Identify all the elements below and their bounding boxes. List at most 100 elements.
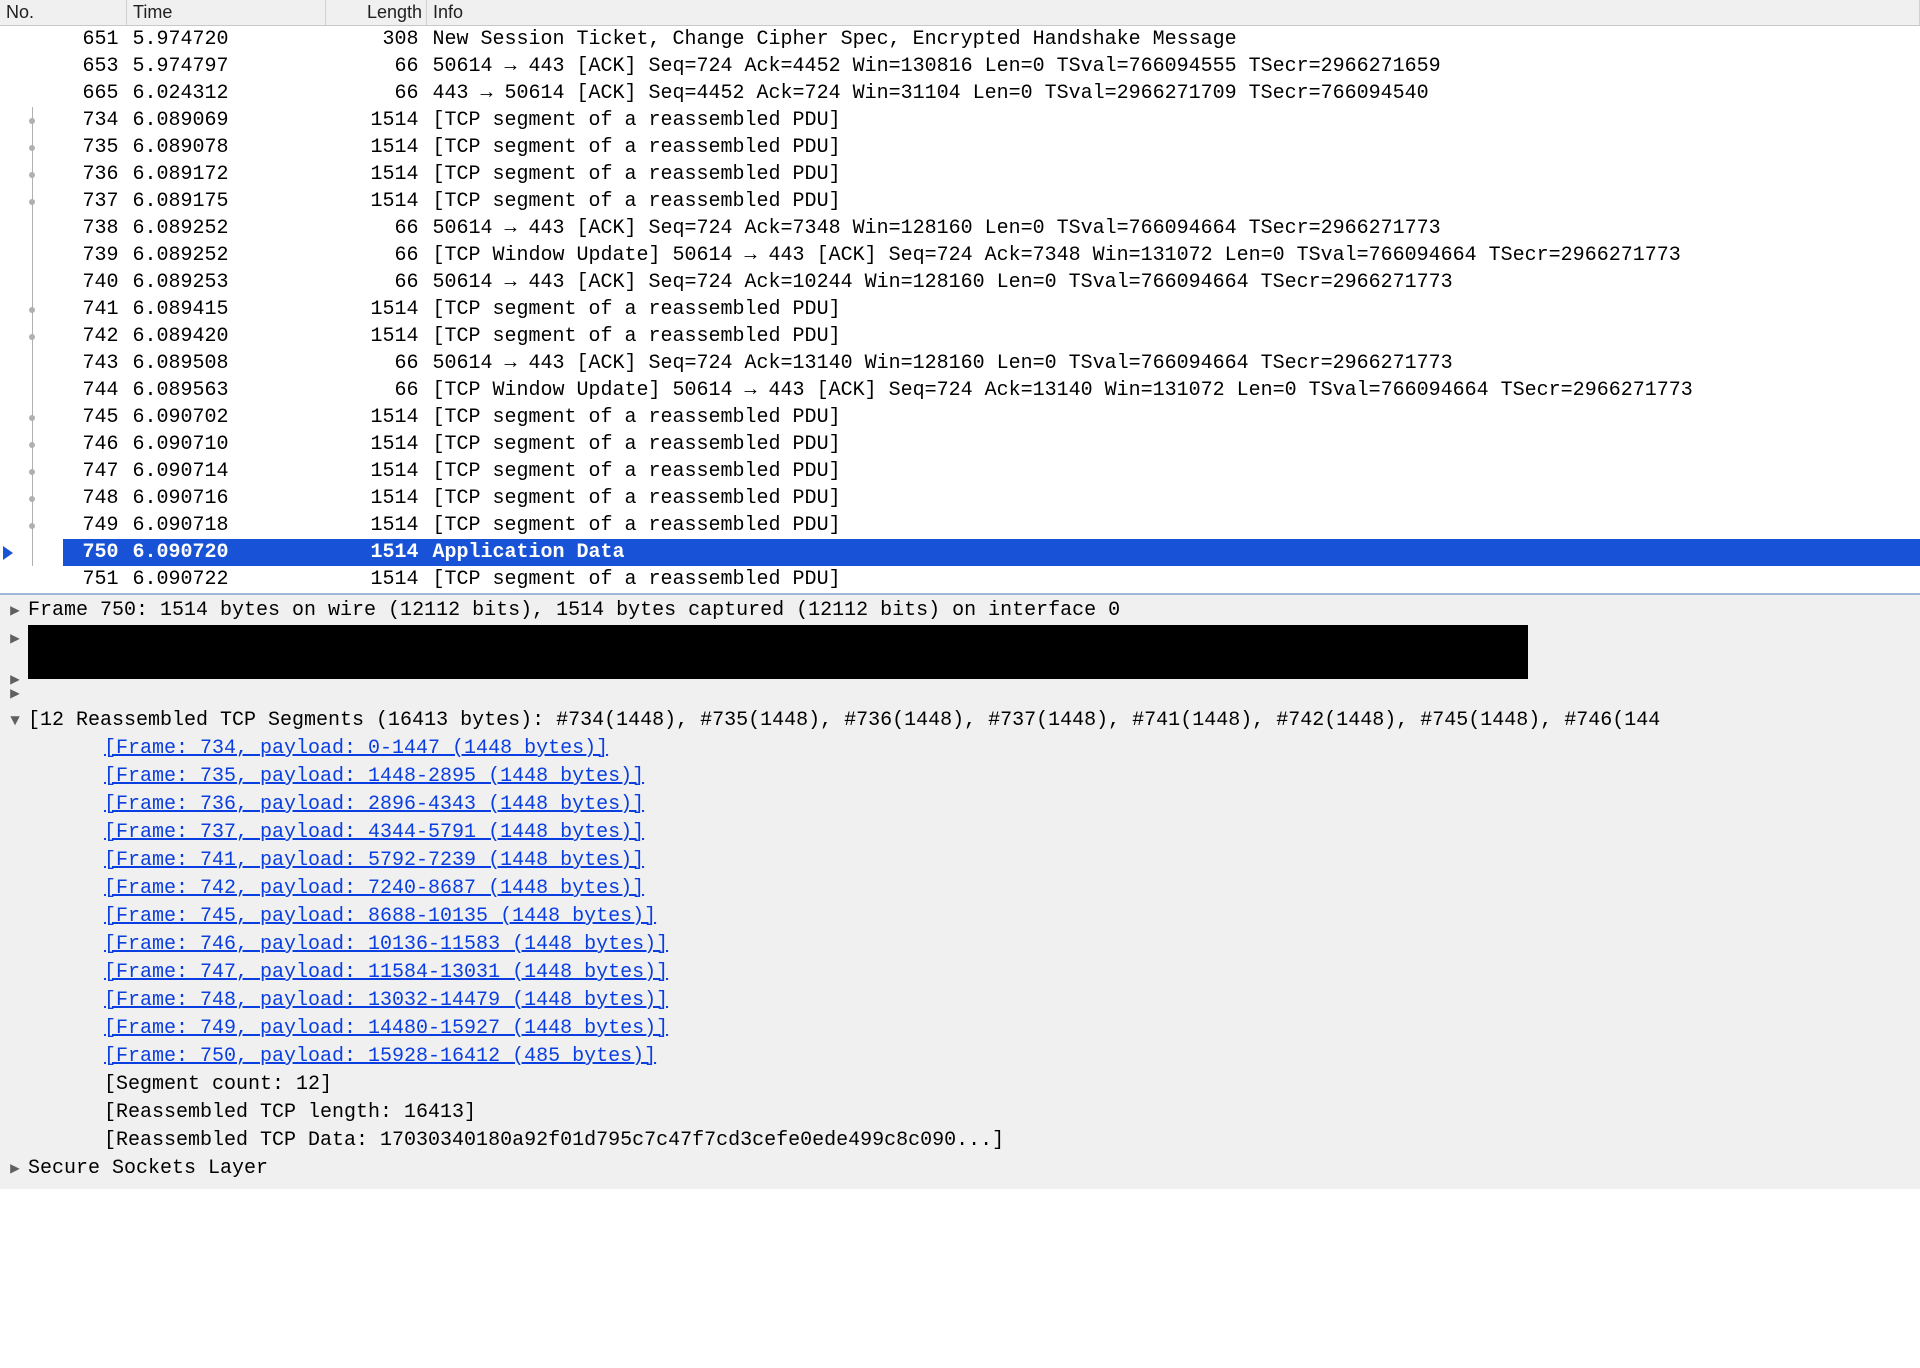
packet-row[interactable]: 7356.0890781514[TCP segment of a reassem… <box>0 134 1920 161</box>
detail-frame-link-row: [Frame: 747, payload: 11584-13031 (1448 … <box>0 959 1920 987</box>
frame-link[interactable]: [Frame: 750, payload: 15928-16412 (485 b… <box>104 1045 656 1068</box>
packet-info: [TCP Window Update] 50614 → 443 [ACK] Se… <box>427 377 1920 404</box>
packet-row[interactable]: 7446.08956366[TCP Window Update] 50614 →… <box>0 377 1920 404</box>
packet-time: 6.089563 <box>127 377 326 404</box>
packet-length: 1514 <box>326 566 427 593</box>
packet-no: 665 <box>63 80 126 107</box>
packet-row[interactable]: 7346.0890691514[TCP segment of a reassem… <box>0 107 1920 134</box>
packet-info: New Session Ticket, Change Cipher Spec, … <box>427 26 1920 54</box>
column-header-time[interactable]: Time <box>127 0 326 26</box>
packet-no: 651 <box>63 26 126 54</box>
packet-length: 66 <box>326 377 427 404</box>
packet-row[interactable]: 6515.974720308New Session Ticket, Change… <box>0 26 1920 54</box>
packet-row[interactable]: 7466.0907101514[TCP segment of a reassem… <box>0 431 1920 458</box>
frame-link[interactable]: [Frame: 741, payload: 5792-7239 (1448 by… <box>104 849 644 872</box>
column-header-length[interactable]: Length <box>326 0 427 26</box>
packet-length: 1514 <box>326 107 427 134</box>
packet-row[interactable]: 7366.0891721514[TCP segment of a reassem… <box>0 161 1920 188</box>
packet-length: 308 <box>326 26 427 54</box>
packet-no: 745 <box>63 404 126 431</box>
expand-toggle-icon[interactable]: ▶ <box>2 625 28 653</box>
packet-row[interactable]: 7476.0907141514[TCP segment of a reassem… <box>0 458 1920 485</box>
expand-toggle-icon[interactable]: ▶ <box>2 597 28 625</box>
packet-time: 6.090718 <box>127 512 326 539</box>
packet-length: 66 <box>326 215 427 242</box>
frame-link[interactable]: [Frame: 735, payload: 1448-2895 (1448 by… <box>104 765 644 788</box>
related-frame-gutter <box>0 485 63 512</box>
frame-link[interactable]: [Frame: 736, payload: 2896-4343 (1448 by… <box>104 793 644 816</box>
related-frame-gutter <box>0 215 63 242</box>
packet-row[interactable]: 7436.0895086650614 → 443 [ACK] Seq=724 A… <box>0 350 1920 377</box>
detail-reassembly-summary[interactable]: ▼ [12 Reassembled TCP Segments (16413 by… <box>0 707 1920 735</box>
frame-link[interactable]: [Frame: 745, payload: 8688-10135 (1448 b… <box>104 905 656 928</box>
packet-length: 1514 <box>326 323 427 350</box>
packet-row[interactable]: 7516.0907221514[TCP segment of a reassem… <box>0 566 1920 593</box>
packet-info: 50614 → 443 [ACK] Seq=724 Ack=7348 Win=1… <box>427 215 1920 242</box>
frame-link[interactable]: [Frame: 749, payload: 14480-15927 (1448 … <box>104 1017 668 1040</box>
packet-info: [TCP segment of a reassembled PDU] <box>427 134 1920 161</box>
packet-row[interactable]: 7406.0892536650614 → 443 [ACK] Seq=724 A… <box>0 269 1920 296</box>
related-frame-gutter <box>0 539 63 566</box>
packet-row[interactable]: 7496.0907181514[TCP segment of a reassem… <box>0 512 1920 539</box>
packet-row[interactable]: 7396.08925266[TCP Window Update] 50614 →… <box>0 242 1920 269</box>
frame-link[interactable]: [Frame: 748, payload: 13032-14479 (1448 … <box>104 989 668 1012</box>
detail-redacted-row-2: ▶ <box>0 679 1920 693</box>
packet-row[interactable]: 7376.0891751514[TCP segment of a reassem… <box>0 188 1920 215</box>
packet-info: [TCP segment of a reassembled PDU] <box>427 323 1920 350</box>
detail-ssl[interactable]: ▶ Secure Sockets Layer <box>0 1155 1920 1183</box>
packet-info: 50614 → 443 [ACK] Seq=724 Ack=4452 Win=1… <box>427 53 1920 80</box>
packet-no: 746 <box>63 431 126 458</box>
packet-info: [TCP segment of a reassembled PDU] <box>427 296 1920 323</box>
packet-length: 1514 <box>326 458 427 485</box>
packet-time: 6.090702 <box>127 404 326 431</box>
detail-frame-link-row: [Frame: 748, payload: 13032-14479 (1448 … <box>0 987 1920 1015</box>
packet-row[interactable]: 7506.0907201514Application Data <box>0 539 1920 566</box>
packet-length: 1514 <box>326 539 427 566</box>
packet-info: [TCP segment of a reassembled PDU] <box>427 458 1920 485</box>
packet-row[interactable]: 7486.0907161514[TCP segment of a reassem… <box>0 485 1920 512</box>
packet-info: Application Data <box>427 539 1920 566</box>
packet-row[interactable]: 7456.0907021514[TCP segment of a reassem… <box>0 404 1920 431</box>
reassembled-length-text: [Reassembled TCP length: 16413] <box>28 1099 1920 1127</box>
detail-frame-summary[interactable]: ▶ Frame 750: 1514 bytes on wire (12112 b… <box>0 597 1920 625</box>
packet-row[interactable]: 7416.0894151514[TCP segment of a reassem… <box>0 296 1920 323</box>
detail-redacted-row-1: ▶ <box>0 625 1920 679</box>
packet-header-row: No. Time Length Info <box>0 0 1920 26</box>
packet-row[interactable]: 7386.0892526650614 → 443 [ACK] Seq=724 A… <box>0 215 1920 242</box>
packet-no: 735 <box>63 134 126 161</box>
packet-time: 6.089172 <box>127 161 326 188</box>
detail-frame-link-row: [Frame: 742, payload: 7240-8687 (1448 by… <box>0 875 1920 903</box>
frame-link[interactable]: [Frame: 737, payload: 4344-5791 (1448 by… <box>104 821 644 844</box>
detail-frame-link-row: [Frame: 737, payload: 4344-5791 (1448 by… <box>0 819 1920 847</box>
packet-time: 5.974720 <box>127 26 326 54</box>
packet-row[interactable]: 7426.0894201514[TCP segment of a reassem… <box>0 323 1920 350</box>
related-frame-gutter <box>0 404 63 431</box>
packet-no: 653 <box>63 53 126 80</box>
packet-row[interactable]: 6535.9747976650614 → 443 [ACK] Seq=724 A… <box>0 53 1920 80</box>
packet-time: 6.089415 <box>127 296 326 323</box>
column-header-no[interactable]: No. <box>0 0 127 26</box>
frame-link[interactable]: [Frame: 746, payload: 10136-11583 (1448 … <box>104 933 668 956</box>
column-header-info[interactable]: Info <box>427 0 1920 26</box>
packet-no: 741 <box>63 296 126 323</box>
expand-toggle-icon[interactable]: ▶ <box>2 687 28 701</box>
frame-link[interactable]: [Frame: 747, payload: 11584-13031 (1448 … <box>104 961 668 984</box>
packet-time: 6.089252 <box>127 242 326 269</box>
detail-reassembled-data: [Reassembled TCP Data: 17030340180a92f01… <box>0 1127 1920 1155</box>
detail-frame-link-row: [Frame: 736, payload: 2896-4343 (1448 by… <box>0 791 1920 819</box>
packet-time: 6.090710 <box>127 431 326 458</box>
segment-count-text: [Segment count: 12] <box>28 1071 1920 1099</box>
frame-link[interactable]: [Frame: 742, payload: 7240-8687 (1448 by… <box>104 877 644 900</box>
packet-info: [TCP segment of a reassembled PDU] <box>427 161 1920 188</box>
frame-link[interactable]: [Frame: 734, payload: 0-1447 (1448 bytes… <box>104 737 608 760</box>
packet-info: [TCP segment of a reassembled PDU] <box>427 188 1920 215</box>
packet-length: 66 <box>326 242 427 269</box>
packet-no: 749 <box>63 512 126 539</box>
related-frame-gutter <box>0 188 63 215</box>
packet-row[interactable]: 6656.02431266443 → 50614 [ACK] Seq=4452 … <box>0 80 1920 107</box>
packet-length: 1514 <box>326 188 427 215</box>
packet-no: 734 <box>63 107 126 134</box>
collapse-toggle-icon[interactable]: ▼ <box>2 707 28 735</box>
expand-toggle-icon[interactable]: ▶ <box>2 1155 28 1183</box>
packet-no: 742 <box>63 323 126 350</box>
